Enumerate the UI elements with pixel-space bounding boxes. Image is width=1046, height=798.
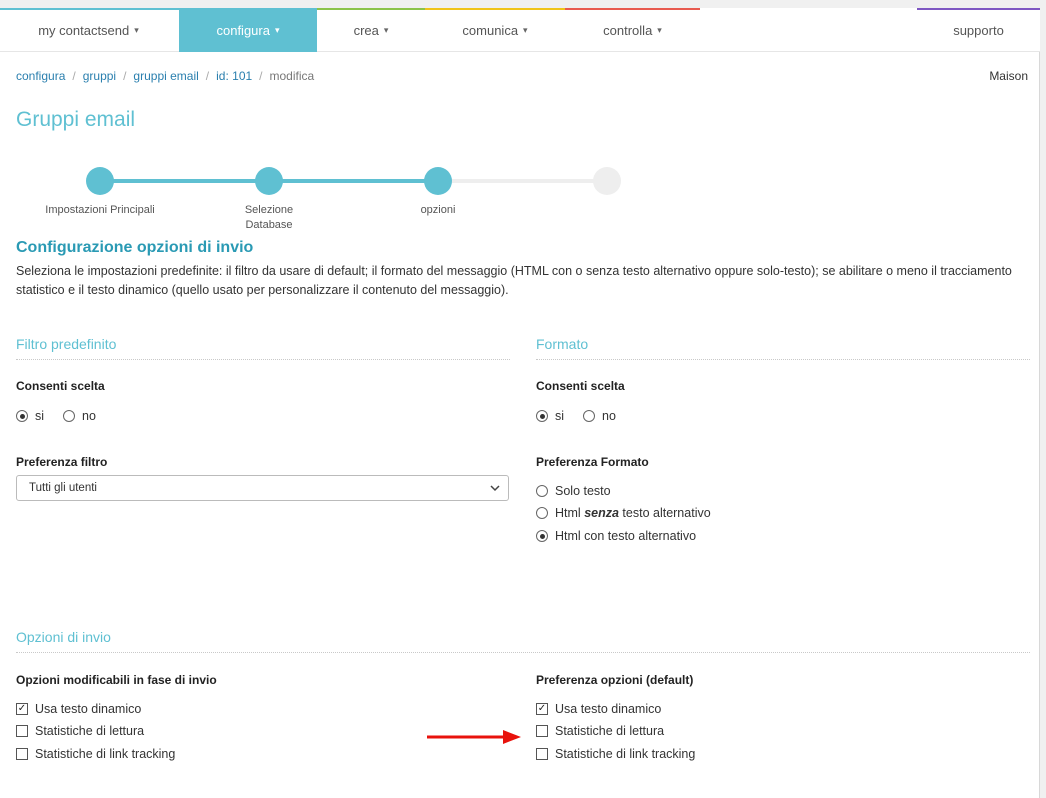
filtro-radio-si[interactable]: si — [16, 409, 44, 423]
breadcrumb-separator: / — [205, 69, 210, 83]
select-value: Tutti gli utenti — [29, 482, 97, 494]
radio-checked-icon[interactable] — [536, 530, 548, 542]
left-checkbox-statistiche-lettura[interactable]: Statistiche di lettura — [16, 724, 144, 738]
checkbox-icon[interactable] — [536, 748, 548, 760]
formato-radio-html-con[interactable]: Html con testo alternativo — [536, 529, 696, 543]
formato-heading: Formato — [536, 336, 589, 352]
page-title: Gruppi email — [16, 108, 136, 131]
radio-label: Html — [555, 506, 581, 520]
breadcrumb-separator: / — [123, 69, 127, 83]
filtro-select[interactable]: Tutti gli utenti — [16, 475, 509, 501]
nav-label: controlla — [603, 22, 653, 38]
step-dot[interactable] — [255, 167, 283, 195]
caret-down-icon: ▾ — [523, 24, 528, 35]
page: my contactsend ▾ configura ▾ crea ▾ comunic… — [0, 0, 1046, 798]
caret-down-icon: ▾ — [274, 24, 280, 35]
breadcrumb-current: modifica — [269, 69, 315, 83]
radio-checked-icon[interactable] — [16, 410, 28, 422]
main-nav: my contactsend ▾ configura ▾ crea ▾ comunic… — [0, 8, 1040, 52]
right-checkbox-statistiche-link-tracking[interactable]: Statistiche di link tracking — [536, 747, 695, 761]
nav-label: my contactsend — [38, 22, 130, 38]
checkbox-label: Statistiche di lettura — [35, 724, 145, 738]
radio-label: Solo testo — [555, 484, 611, 498]
red-arrow-icon — [427, 730, 521, 744]
breadcrumb-configura[interactable]: configura — [16, 69, 65, 83]
checkbox-label: Statistiche di link tracking — [35, 747, 176, 761]
radio-label: no — [602, 409, 616, 423]
step-dot[interactable] — [593, 167, 621, 195]
step-label: Selezione Database — [244, 204, 294, 231]
radio-label: si — [555, 409, 565, 423]
formato-consenti-label: Consenti scelta — [536, 379, 625, 393]
checkbox-checked-icon[interactable]: ✓ — [16, 703, 28, 715]
checkbox-label: Usa testo dinamico — [35, 702, 142, 716]
nav-supporto[interactable]: supporto — [917, 8, 1040, 52]
opzioni-right-label: Preferenza opzioni (default) — [536, 673, 694, 687]
breadcrumb-gruppi[interactable]: gruppi — [83, 69, 116, 83]
nav-label: configura — [216, 22, 270, 38]
checkbox-icon[interactable] — [16, 748, 28, 760]
nav-label: comunica — [462, 22, 519, 38]
nav-comunica[interactable]: comunica ▾ — [425, 8, 565, 52]
radio-label: si — [35, 409, 45, 423]
formato-preferenza-label: Preferenza Formato — [536, 455, 649, 469]
step-dot[interactable] — [86, 167, 114, 195]
formato-radio-solo-testo[interactable]: Solo testo — [536, 484, 611, 498]
right-checkbox-statistiche-lettura[interactable]: Statistiche di lettura — [536, 724, 664, 738]
breadcrumb: configura / gruppi / gruppi email / id: … — [16, 69, 314, 83]
nav-controlla[interactable]: controlla ▾ — [565, 8, 700, 52]
filtro-heading: Filtro predefinito — [16, 336, 117, 352]
opzioni-heading: Opzioni di invio — [16, 629, 111, 645]
top-border — [0, 0, 1046, 8]
radio-checked-icon[interactable] — [536, 410, 548, 422]
checkbox-label: Usa testo dinamico — [555, 702, 662, 716]
breadcrumb-separator: / — [259, 69, 263, 83]
nav-configura[interactable]: configura ▾ — [179, 8, 317, 52]
formato-radio-html-senza[interactable]: Html senza testo alternativo — [536, 506, 711, 520]
radio-icon[interactable] — [583, 410, 595, 422]
radio-icon[interactable] — [63, 410, 75, 422]
breadcrumb-separator: / — [72, 69, 76, 83]
caret-down-icon: ▾ — [134, 24, 139, 35]
step-label: opzioni — [420, 204, 456, 216]
formato-radio-si[interactable]: si — [536, 409, 564, 423]
radio-label: testo alternativo — [622, 506, 711, 520]
radio-label: Html con testo alternativo — [555, 529, 697, 543]
formato-radio-no[interactable]: no — [583, 409, 616, 423]
divider — [536, 359, 1030, 360]
breadcrumb-id[interactable]: id: 101 — [216, 69, 252, 83]
chevron-down-icon — [490, 485, 500, 492]
section-description: Seleziona le impostazioni predefinite: i… — [16, 264, 1012, 297]
stepper-remaining-line — [438, 179, 608, 183]
opzioni-left-label: Opzioni modificabili in fase di invio — [16, 673, 217, 687]
caret-down-icon: ▾ — [383, 24, 389, 35]
radio-label: no — [82, 409, 96, 423]
radio-label-emphasis: senza — [584, 506, 619, 520]
checkbox-icon[interactable] — [16, 725, 28, 737]
left-checkbox-usa-testo-dinamico[interactable]: ✓ Usa testo dinamico — [16, 702, 141, 716]
radio-icon[interactable] — [536, 507, 548, 519]
nav-crea[interactable]: crea ▾ — [317, 8, 425, 52]
caret-down-icon: ▾ — [657, 24, 662, 35]
nav-my-contactsend[interactable]: my contactsend ▾ — [16, 8, 161, 52]
step-label: Impostazioni Principali — [45, 204, 155, 216]
left-checkbox-statistiche-link-tracking[interactable]: Statistiche di link tracking — [16, 747, 175, 761]
right-checkbox-usa-testo-dinamico[interactable]: ✓ Usa testo dinamico — [536, 702, 661, 716]
filtro-preferenza-label: Preferenza filtro — [16, 455, 108, 469]
step-dot[interactable] — [424, 167, 452, 195]
filtro-radio-no[interactable]: no — [63, 409, 96, 423]
divider — [16, 652, 1030, 653]
filtro-consenti-label: Consenti scelta — [16, 379, 105, 393]
checkbox-label: Statistiche di link tracking — [555, 747, 696, 761]
nav-label: crea — [353, 22, 379, 38]
section-title: Configurazione opzioni di invio — [16, 239, 254, 256]
divider — [16, 359, 510, 360]
checkbox-label: Statistiche di lettura — [555, 724, 665, 738]
radio-icon[interactable] — [536, 485, 548, 497]
user-name[interactable]: Maison — [989, 69, 1028, 83]
nav-label: supporto — [953, 22, 1004, 38]
checkbox-checked-icon[interactable]: ✓ — [536, 703, 548, 715]
breadcrumb-gruppi-email[interactable]: gruppi email — [133, 69, 198, 83]
checkbox-icon[interactable] — [536, 725, 548, 737]
